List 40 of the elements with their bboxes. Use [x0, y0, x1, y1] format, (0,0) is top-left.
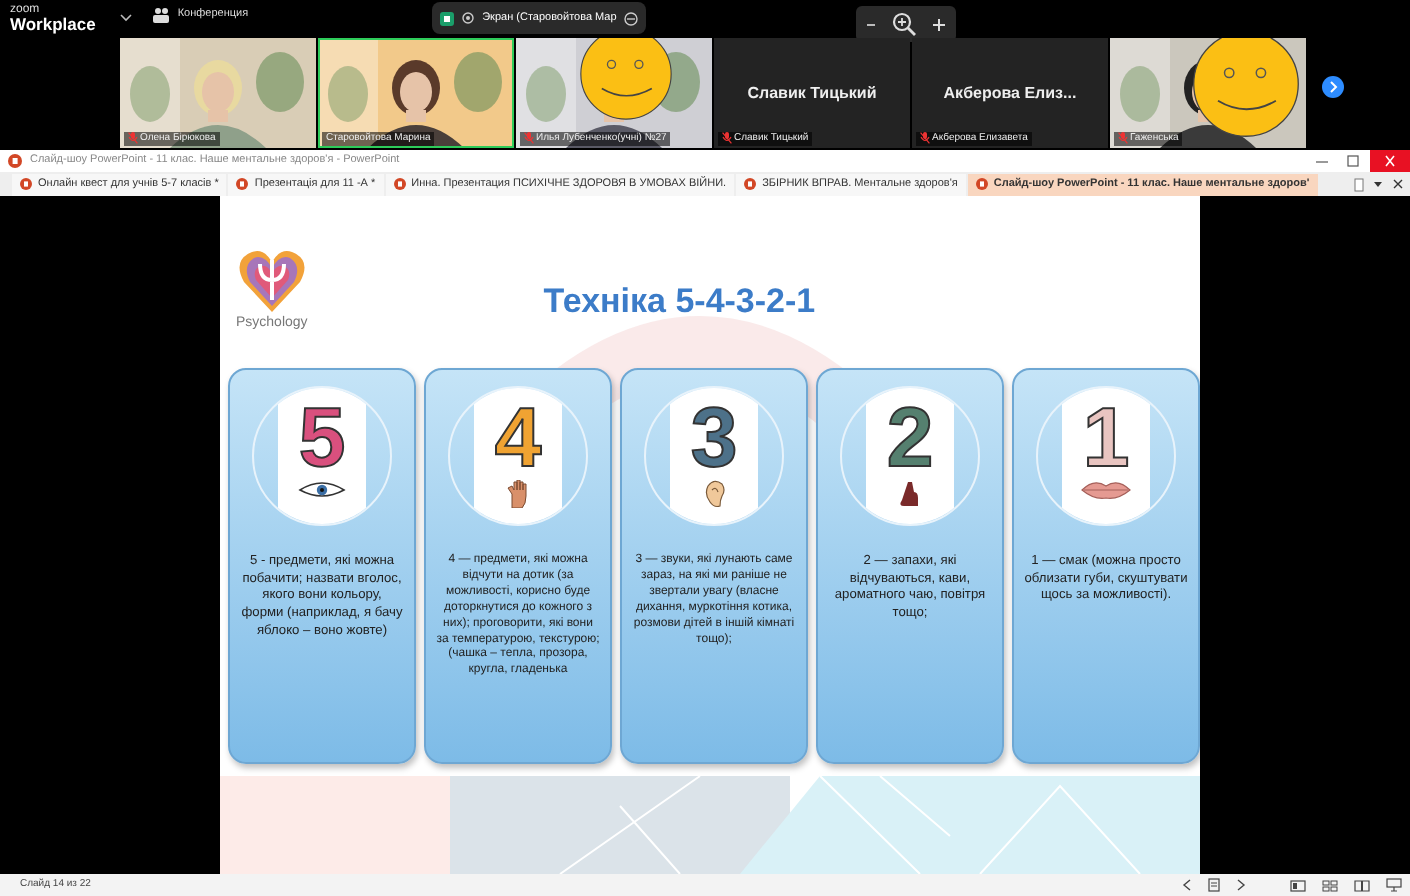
number-glyph: 4 — [494, 396, 542, 480]
nose-icon — [898, 480, 922, 508]
lips-icon — [1080, 480, 1132, 500]
close-icon[interactable] — [1392, 178, 1404, 190]
share-icon — [440, 11, 455, 25]
ear-icon — [702, 480, 726, 508]
dropdown-icon[interactable] — [1372, 178, 1384, 190]
previous-icon[interactable] — [1182, 878, 1192, 892]
slide-sorter-icon[interactable] — [1322, 879, 1338, 891]
number-glyph: 3 — [690, 396, 738, 480]
zoom-out-icon[interactable] — [866, 19, 877, 29]
caret-icon — [119, 14, 132, 22]
number-glyph: 2 — [886, 396, 934, 480]
meeting-icon — [151, 6, 170, 24]
slide-title: Техніка 5-4-3-2-1 — [543, 280, 816, 324]
powerpoint-icon — [744, 178, 757, 190]
hand-icon — [505, 480, 531, 508]
number-glyph: 1 — [1082, 396, 1130, 480]
number-glyph: 5 — [298, 396, 346, 480]
next-icon[interactable] — [1236, 878, 1246, 892]
slideshow-icon[interactable] — [1386, 878, 1402, 892]
audio-icon — [462, 12, 475, 24]
minus-circle-icon — [624, 11, 639, 25]
logo-text: Workplace — [10, 16, 96, 33]
document-icon[interactable] — [1354, 177, 1364, 191]
zoom-in-icon[interactable] — [932, 17, 947, 31]
slides-icon[interactable] — [1208, 878, 1220, 892]
powerpoint-icon — [975, 178, 988, 190]
normal-view-icon[interactable] — [1290, 879, 1306, 891]
eye-icon — [298, 480, 346, 498]
powerpoint-icon — [236, 178, 249, 190]
zoom-icon[interactable] — [892, 12, 917, 36]
participant-name: Акберова Елиз... — [943, 81, 1077, 105]
reading-view-icon[interactable] — [1354, 879, 1370, 891]
participant-name: Славик Тицький — [747, 81, 877, 105]
powerpoint-icon — [393, 178, 406, 190]
powerpoint-icon — [20, 178, 32, 190]
close-button[interactable] — [1370, 150, 1410, 172]
next-page-button[interactable] — [1322, 76, 1344, 98]
psychology-logo-icon — [237, 246, 306, 314]
